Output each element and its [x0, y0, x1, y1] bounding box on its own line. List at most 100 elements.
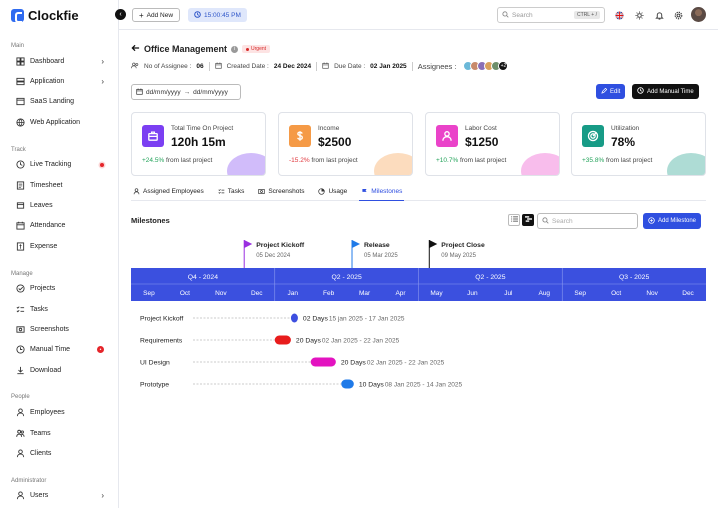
sidebar-item-label: Application	[30, 78, 65, 86]
tab-tasks[interactable]: Tasks	[216, 188, 247, 201]
priority-label: Urgent	[251, 46, 267, 52]
sidebar-item-label: Teams	[30, 429, 51, 437]
task-date-range: 08 Jan 2025 - 14 Jan 2025	[385, 382, 463, 389]
stat-change: +24.5% from last project	[142, 157, 212, 164]
sidebar-collapse-button[interactable]: ‹	[115, 9, 126, 20]
sidebar-item-timesheet[interactable]: Timesheet	[0, 175, 118, 195]
bell-icon[interactable]	[654, 10, 664, 20]
sidebar-item-screenshots[interactable]: Screenshots	[0, 319, 118, 339]
due-date: 02 Jan 2025	[370, 62, 407, 70]
sidebar-item-label: Timesheet	[30, 181, 63, 189]
sidebar-item-expense[interactable]: Expense	[0, 236, 118, 256]
date-range-picker[interactable]: dd/mm/yyyy → dd/mm/yyyy	[131, 84, 241, 100]
milestone-search-input[interactable]: Search	[537, 213, 638, 229]
edit-label: Edit	[610, 88, 621, 95]
clock-time: 15:00:45 PM	[204, 11, 241, 19]
sidebar-item-manual-time[interactable]: Manual Time •	[0, 340, 118, 360]
sun-icon[interactable]	[634, 10, 644, 20]
live-indicator-icon	[100, 162, 104, 167]
user-avatar[interactable]	[691, 7, 706, 22]
chevron-right-icon: ›	[101, 77, 104, 87]
divider	[316, 61, 318, 71]
card-decoration	[521, 153, 559, 175]
priority-badge: Urgent	[242, 45, 271, 53]
task-duration: 02 Days	[303, 316, 329, 323]
uk-flag-icon[interactable]	[614, 10, 624, 20]
month-label: Dec	[251, 290, 263, 297]
list-icon	[510, 216, 518, 224]
stat-label: Labor Cost	[465, 125, 497, 132]
sidebar-item-label: Expense	[30, 242, 58, 250]
tab-usage[interactable]: Usage	[316, 188, 349, 201]
task-bar	[310, 357, 336, 367]
month-label: Jun	[467, 290, 478, 297]
stat-change: +35.8% from last project	[582, 157, 652, 164]
tab-assigned-employees[interactable]: Assigned Employees	[131, 188, 206, 201]
add-manual-time-label: Add Manual Time	[647, 88, 694, 95]
task-duration: 20 Days	[296, 338, 322, 345]
quarter-label: Q4 - 2024	[188, 274, 218, 281]
sidebar-item-dashboard[interactable]: Dashboard ›	[0, 51, 118, 71]
clients-icon	[16, 449, 25, 458]
page-title: Office Management	[144, 44, 228, 54]
assignee-count: 06	[196, 62, 204, 70]
month-label: Jan	[287, 290, 298, 297]
sidebar-item-web-application[interactable]: Web Application	[0, 112, 118, 132]
sidebar-item-employees[interactable]: Employees	[0, 402, 118, 422]
add-milestone-button[interactable]: Add Milestone	[643, 213, 702, 229]
sidebar-item-projects[interactable]: Projects	[0, 279, 118, 299]
stat-label: Income	[318, 125, 340, 132]
back-arrow-icon[interactable]	[131, 44, 140, 54]
tab-label: Assigned Employees	[143, 188, 204, 195]
month-label: May	[430, 290, 443, 297]
edit-button[interactable]: Edit	[596, 84, 626, 99]
stat-card: Utilization 78% +35.8% from last project	[571, 112, 706, 176]
sidebar-item-users[interactable]: Users ›	[0, 486, 118, 506]
app-root: Clockfie Main Dashboard › Application › SaaS …	[0, 0, 718, 508]
sidebar-item-saas-landing[interactable]: SaaS Landing	[0, 92, 118, 112]
sidebar-item-download[interactable]: Download	[0, 360, 118, 380]
tab-label: Screenshots	[268, 188, 305, 195]
sidebar-item-label: Attendance	[30, 222, 66, 230]
tab-screenshots[interactable]: Screenshots	[256, 188, 306, 201]
project-tabs: Assigned Employees Tasks Screenshots Usage M…	[131, 188, 706, 201]
timeline-body	[131, 301, 706, 406]
add-manual-time-button[interactable]: Add Manual Time	[632, 84, 699, 99]
assignee-avatars[interactable]: +2	[463, 61, 509, 71]
list-view-button[interactable]	[508, 214, 520, 226]
clock-badge[interactable]: 15:00:45 PM	[188, 8, 247, 22]
clockfie-logo-icon	[11, 8, 24, 23]
sidebar-item-tasks[interactable]: Tasks	[0, 299, 118, 319]
sidebar-section-title: People	[11, 394, 30, 401]
sidebar-item-application[interactable]: Application ›	[0, 71, 118, 91]
sidebar-item-attendance[interactable]: Attendance	[0, 216, 118, 236]
milestones-title: Milestones	[131, 216, 170, 225]
chevron-left-icon: ‹	[119, 11, 122, 18]
stat-label: Utilization	[611, 125, 640, 132]
calendar-icon	[214, 62, 222, 71]
task-date-range: 02 Jan 2025 - 22 Jan 2025	[367, 360, 445, 367]
stat-change-suffix: from last project	[311, 157, 358, 164]
milestone-flag-icon	[244, 240, 253, 248]
tab-milestones[interactable]: Milestones	[359, 188, 405, 201]
milestone-flag-date: 05 Dec 2024	[256, 253, 291, 259]
month-label: Mar	[359, 290, 371, 297]
sidebar-item-clients[interactable]: Clients	[0, 443, 118, 463]
main-content: Office Management i Urgent No of Assigne…	[119, 30, 718, 508]
add-new-button[interactable]: + Add New	[132, 8, 181, 22]
tab-label: Tasks	[227, 188, 245, 195]
sidebar-item-live-tracking[interactable]: Live Tracking	[0, 155, 118, 175]
gear-icon[interactable]	[673, 10, 683, 20]
sidebar-item-teams[interactable]: Teams	[0, 423, 118, 443]
sidebar-item-leaves[interactable]: Leaves	[0, 195, 118, 215]
timeline-view-button[interactable]	[522, 214, 534, 226]
quarter-label: Q3 - 2025	[619, 274, 649, 281]
sidebar-item-label: Employees	[30, 409, 65, 417]
pencil-icon	[601, 87, 608, 96]
stat-change-value: -15.2%	[289, 157, 310, 164]
stat-change-value: +10.7%	[436, 157, 459, 164]
logo[interactable]: Clockfie	[0, 0, 118, 30]
info-icon[interactable]: i	[231, 45, 239, 53]
sidebar-item-label: SaaS Landing	[30, 98, 74, 106]
global-search-input[interactable]: Search CTRL + /	[497, 7, 605, 23]
